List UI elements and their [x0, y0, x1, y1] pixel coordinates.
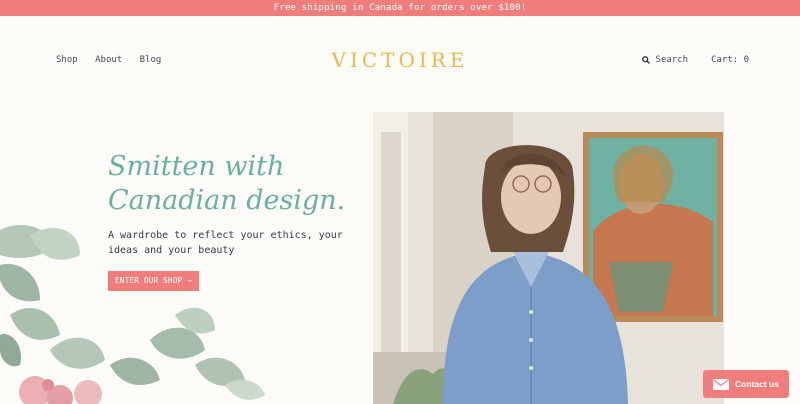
contact-us-label: Contact us	[735, 379, 779, 389]
hero-image	[373, 112, 724, 404]
search-button[interactable]: Search	[641, 55, 689, 65]
utility-nav: Search Cart: 0	[641, 55, 749, 65]
hero-headline: Smitten with Canadian design.	[108, 150, 345, 218]
hero-headline-line2: Canadian design.	[108, 185, 346, 216]
cart-link[interactable]: Cart: 0	[711, 55, 749, 65]
contact-us-button[interactable]: Contact us	[703, 370, 789, 398]
floral-illustration	[0, 225, 265, 404]
search-label: Search	[655, 55, 689, 65]
search-icon	[641, 56, 650, 64]
hero-headline-line1: Smitten with	[108, 151, 285, 182]
envelope-icon	[713, 378, 730, 390]
promo-banner: Free shipping in Canada for orders over …	[0, 0, 800, 16]
